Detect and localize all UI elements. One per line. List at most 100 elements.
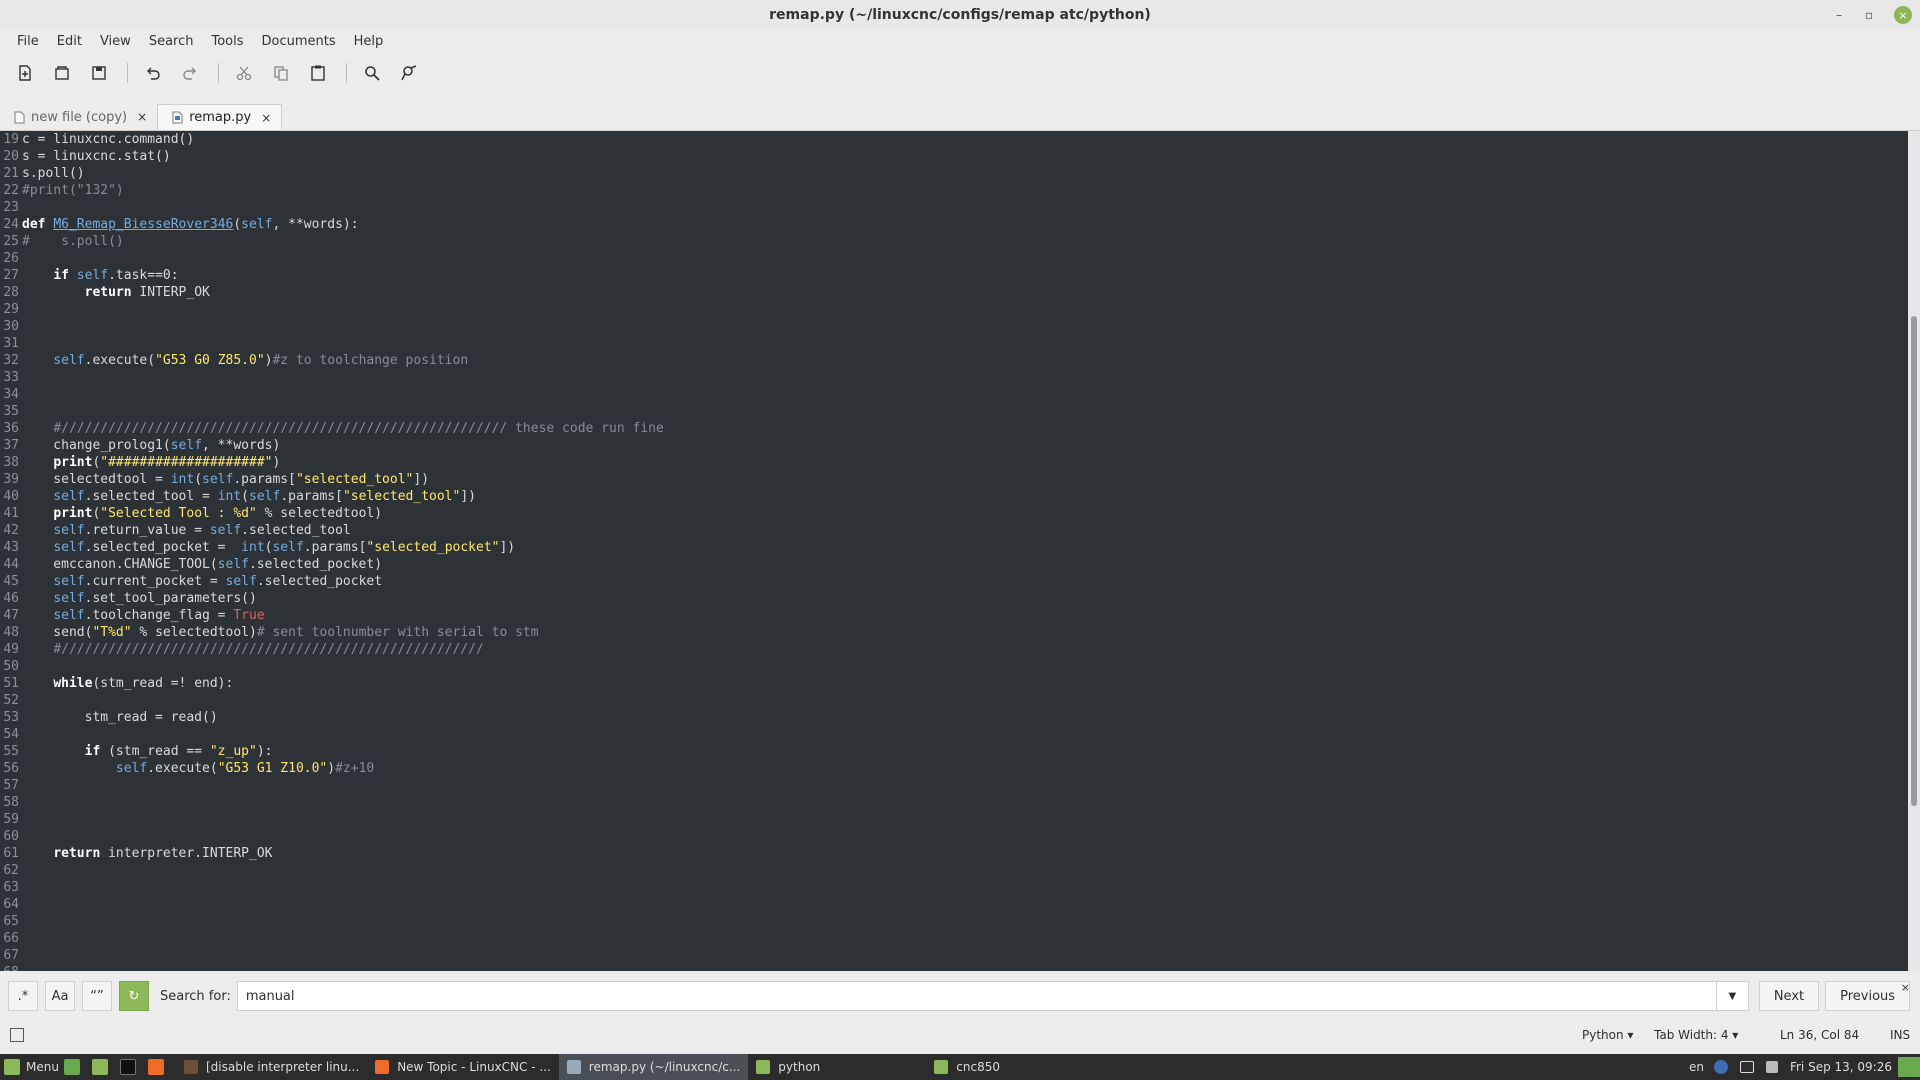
code-line[interactable]: 46 self.set_tool_parameters(): [0, 590, 1908, 607]
code-line[interactable]: 56 self.execute("G53 G1 Z10.0")#z+10: [0, 760, 1908, 777]
previous-button[interactable]: Previous: [1825, 981, 1911, 1011]
code-line[interactable]: 65: [0, 913, 1908, 930]
code-line[interactable]: 29: [0, 301, 1908, 318]
new-document-button[interactable]: [10, 58, 40, 88]
paste-button[interactable]: [303, 58, 333, 88]
search-history-dropdown[interactable]: ▼: [1716, 981, 1749, 1011]
files-icon[interactable]: [92, 1059, 108, 1075]
menu-documents[interactable]: Documents: [253, 34, 345, 49]
side-panel-toggle-icon[interactable]: [10, 1028, 24, 1042]
code-line[interactable]: 45 self.current_pocket = self.selected_p…: [0, 573, 1908, 590]
code-line[interactable]: 57: [0, 777, 1908, 794]
code-line[interactable]: 22 #print("132"): [0, 182, 1908, 199]
code-line[interactable]: 39 selectedtool = int(self.params["selec…: [0, 471, 1908, 488]
terminal-icon[interactable]: [120, 1059, 136, 1075]
taskbar-window-cnc850[interactable]: cnc850: [926, 1054, 1008, 1080]
tab-width-selector[interactable]: Tab Width: 4 ▾: [1654, 1028, 1738, 1042]
volume-icon[interactable]: [1765, 1061, 1778, 1073]
code-line[interactable]: 63: [0, 879, 1908, 896]
code-line[interactable]: 20 s = linuxcnc.stat(): [0, 148, 1908, 165]
code-line[interactable]: 66: [0, 930, 1908, 947]
code-line[interactable]: 38 print("####################"): [0, 454, 1908, 471]
menu-edit[interactable]: Edit: [48, 34, 91, 49]
code-line[interactable]: 55 if (stm_read == "z_up"):: [0, 743, 1908, 760]
case-sensitive-toggle[interactable]: Aa: [45, 981, 75, 1011]
code-line[interactable]: 28 return INTERP_OK: [0, 284, 1908, 301]
menu-file[interactable]: File: [8, 34, 48, 49]
whole-word-toggle[interactable]: “”: [82, 981, 112, 1011]
search-input[interactable]: manual: [236, 981, 1717, 1011]
open-document-button[interactable]: [47, 58, 77, 88]
code-line[interactable]: 64: [0, 896, 1908, 913]
code-line[interactable]: 19 c = linuxcnc.command(): [0, 131, 1908, 148]
code-line[interactable]: 42 self.return_value = self.selected_too…: [0, 522, 1908, 539]
undo-button[interactable]: [138, 58, 168, 88]
code-line[interactable]: 58: [0, 794, 1908, 811]
code-line[interactable]: 52: [0, 692, 1908, 709]
menu-view[interactable]: View: [91, 34, 140, 49]
replace-button[interactable]: [394, 58, 424, 88]
code-line[interactable]: 50: [0, 658, 1908, 675]
clock[interactable]: Fri Sep 13, 09:26: [1790, 1060, 1892, 1074]
maximize-button[interactable]: ▫: [1860, 6, 1878, 24]
code-line[interactable]: 43 self.selected_pocket = int(self.param…: [0, 539, 1908, 556]
code-line[interactable]: 30: [0, 318, 1908, 335]
code-line[interactable]: 21 s.poll(): [0, 165, 1908, 182]
minimize-button[interactable]: –: [1830, 6, 1848, 24]
workspace-indicator[interactable]: [1898, 1057, 1920, 1077]
keyboard-layout[interactable]: en: [1689, 1060, 1704, 1074]
menu-search[interactable]: Search: [140, 34, 203, 49]
code-line[interactable]: 31: [0, 335, 1908, 352]
save-document-button[interactable]: [84, 58, 114, 88]
code-line[interactable]: 49 #////////////////////////////////////…: [0, 641, 1908, 658]
taskbar-window-disable-interpreter[interactable]: [disable interpreter linu...: [176, 1054, 367, 1080]
wrap-around-toggle[interactable]: ↻: [119, 981, 149, 1011]
cut-button[interactable]: [229, 58, 259, 88]
code-line[interactable]: 27 if self.task==0:: [0, 267, 1908, 284]
show-desktop-icon[interactable]: [64, 1059, 80, 1075]
code-line[interactable]: 59: [0, 811, 1908, 828]
code-line[interactable]: 62: [0, 862, 1908, 879]
code-line[interactable]: 25 # s.poll(): [0, 233, 1908, 250]
code-line[interactable]: 37 change_prolog1(self, **words): [0, 437, 1908, 454]
redo-button[interactable]: [175, 58, 205, 88]
regex-toggle[interactable]: .*: [8, 981, 38, 1011]
language-selector[interactable]: Python ▾: [1582, 1028, 1633, 1042]
code-line[interactable]: 48 send("T%d" % selectedtool)# sent tool…: [0, 624, 1908, 641]
code-line[interactable]: 51 while(stm_read =! end):: [0, 675, 1908, 692]
tab-new-file-copy[interactable]: new file (copy) ×: [0, 104, 157, 130]
code-line[interactable]: 33: [0, 369, 1908, 386]
code-line[interactable]: 36 #////////////////////////////////////…: [0, 420, 1908, 437]
code-line[interactable]: 40 self.selected_tool = int(self.params[…: [0, 488, 1908, 505]
tab-remap-py[interactable]: remap.py ×: [157, 104, 283, 130]
code-line[interactable]: 34: [0, 386, 1908, 403]
taskbar-window-remap-py[interactable]: remap.py (~/linuxcnc/c...: [558, 1054, 749, 1080]
next-button[interactable]: Next: [1758, 981, 1820, 1011]
start-menu-button[interactable]: Menu: [0, 1059, 64, 1075]
code-line[interactable]: 26: [0, 250, 1908, 267]
editor-scrollbar[interactable]: [1908, 131, 1920, 971]
shield-icon[interactable]: [1713, 1060, 1728, 1074]
code-line[interactable]: 24 def M6_Remap_BiesseRover346(self, **wo…: [0, 216, 1908, 233]
code-line[interactable]: 23: [0, 199, 1908, 216]
code-line[interactable]: 68: [0, 964, 1908, 971]
menu-help[interactable]: Help: [345, 34, 393, 49]
brave-browser-icon[interactable]: [148, 1059, 164, 1075]
copy-button[interactable]: [266, 58, 296, 88]
code-line[interactable]: 35: [0, 403, 1908, 420]
code-line[interactable]: 32 self.execute("G53 G0 Z85.0")#z to too…: [0, 352, 1908, 369]
code-editor[interactable]: 19 c = linuxcnc.command() 20 s = linuxcnc.s…: [0, 131, 1908, 971]
code-line[interactable]: 61 return interpreter.INTERP_OK: [0, 845, 1908, 862]
menu-tools[interactable]: Tools: [202, 34, 252, 49]
taskbar-window-python[interactable]: python: [748, 1054, 926, 1080]
code-line[interactable]: 67: [0, 947, 1908, 964]
tab-close-icon[interactable]: ×: [137, 110, 147, 124]
network-icon[interactable]: [1739, 1061, 1754, 1073]
code-line[interactable]: 53 stm_read = read(): [0, 709, 1908, 726]
scrollbar-thumb[interactable]: [1911, 316, 1917, 806]
close-window-button[interactable]: ×: [1894, 6, 1912, 24]
tab-close-icon[interactable]: ×: [261, 111, 271, 125]
code-line[interactable]: 60: [0, 828, 1908, 845]
close-search-icon[interactable]: ×: [1901, 981, 1910, 994]
code-line[interactable]: 54: [0, 726, 1908, 743]
